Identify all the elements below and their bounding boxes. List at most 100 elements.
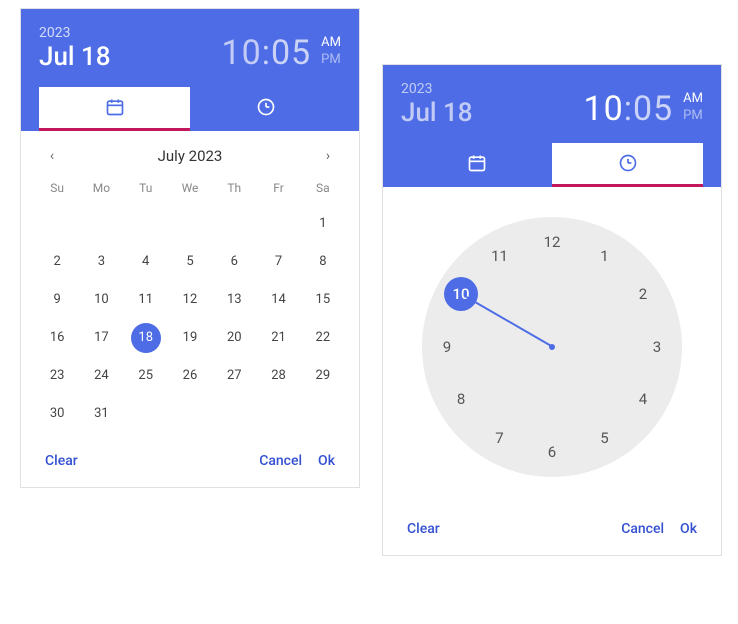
clock-hand bbox=[466, 296, 554, 348]
day-cell[interactable]: 13 bbox=[212, 281, 256, 319]
time-block[interactable]: 10:05 AM PM bbox=[221, 33, 341, 73]
date-block[interactable]: 2023 Jul 18 bbox=[401, 81, 473, 129]
day-cell[interactable]: 10 bbox=[79, 281, 123, 319]
tab-date[interactable] bbox=[401, 143, 552, 187]
day-cell[interactable]: 18 bbox=[124, 319, 168, 357]
day-cell[interactable]: 12 bbox=[168, 281, 212, 319]
tab-time[interactable] bbox=[552, 143, 703, 187]
day-cell[interactable]: 27 bbox=[212, 357, 256, 395]
clear-button[interactable]: Clear bbox=[37, 449, 86, 473]
dow-row: SuMoTuWeThFrSa bbox=[35, 175, 345, 205]
dow-cell: Su bbox=[35, 175, 79, 205]
time-hour: 10 bbox=[583, 89, 623, 129]
day-cell[interactable]: 17 bbox=[79, 319, 123, 357]
day-cell[interactable]: 14 bbox=[256, 281, 300, 319]
date-block[interactable]: 2023 Jul 18 bbox=[39, 25, 111, 73]
pm-toggle[interactable]: PM bbox=[683, 108, 703, 125]
day-cell-empty bbox=[35, 205, 79, 243]
day-cell[interactable]: 19 bbox=[168, 319, 212, 357]
clock-hour-2[interactable]: 2 bbox=[628, 279, 658, 309]
day-cell[interactable]: 20 bbox=[212, 319, 256, 357]
clock-hour-9[interactable]: 9 bbox=[432, 332, 462, 362]
clock-hour-7[interactable]: 7 bbox=[485, 423, 515, 453]
datetime-picker-time-mode: 2023 Jul 18 10:05 AM PM bbox=[382, 64, 722, 556]
day-cell[interactable]: 28 bbox=[256, 357, 300, 395]
day-cell-empty bbox=[124, 205, 168, 243]
day-cell[interactable]: 2 bbox=[35, 243, 79, 281]
day-cell[interactable]: 22 bbox=[301, 319, 345, 357]
day-cell[interactable]: 30 bbox=[35, 395, 79, 433]
am-toggle[interactable]: AM bbox=[683, 91, 703, 108]
day-cell[interactable]: 3 bbox=[79, 243, 123, 281]
week-row: 16171819202122 bbox=[35, 319, 345, 357]
clock-hour-12[interactable]: 12 bbox=[537, 227, 567, 257]
day-cell-empty bbox=[212, 395, 256, 433]
calendar-icon bbox=[105, 97, 125, 117]
time-minute: 05 bbox=[271, 33, 311, 73]
clock-hour-11[interactable]: 11 bbox=[485, 241, 515, 271]
week-row: 9101112131415 bbox=[35, 281, 345, 319]
day-cell[interactable]: 25 bbox=[124, 357, 168, 395]
clock-icon bbox=[256, 97, 276, 117]
ok-button[interactable]: Ok bbox=[672, 517, 705, 541]
clock-body: 12 12 3 45678 9 1011 bbox=[383, 187, 721, 507]
day-cell-empty bbox=[168, 395, 212, 433]
clock-icon bbox=[618, 153, 638, 173]
clock-hour-10[interactable]: 10 bbox=[444, 277, 478, 311]
day-cell[interactable]: 11 bbox=[124, 281, 168, 319]
clock-face[interactable]: 12 12 3 45678 9 1011 bbox=[422, 217, 682, 477]
clock-hour-3[interactable]: 3 bbox=[642, 332, 672, 362]
day-cell[interactable]: 31 bbox=[79, 395, 123, 433]
cancel-button[interactable]: Cancel bbox=[613, 517, 672, 541]
day-cell[interactable]: 24 bbox=[79, 357, 123, 395]
day-cell[interactable]: 6 bbox=[212, 243, 256, 281]
day-cell-empty bbox=[79, 205, 123, 243]
day-cell[interactable]: 15 bbox=[301, 281, 345, 319]
clock-hour-6[interactable]: 6 bbox=[537, 437, 567, 467]
day-cell[interactable]: 16 bbox=[35, 319, 79, 357]
day-cell[interactable]: 23 bbox=[35, 357, 79, 395]
tab-date[interactable] bbox=[39, 87, 190, 131]
picker-footer: Clear Cancel Ok bbox=[383, 507, 721, 555]
picker-header: 2023 Jul 18 10:05 AM PM bbox=[21, 9, 359, 131]
clock-hour-5[interactable]: 5 bbox=[590, 423, 620, 453]
time-hour: 10 bbox=[221, 33, 261, 73]
week-row: 23242526272829 bbox=[35, 357, 345, 395]
prev-month-button[interactable]: ‹ bbox=[41, 148, 63, 164]
dow-cell: Sa bbox=[301, 175, 345, 205]
clock-hour-4[interactable]: 4 bbox=[628, 384, 658, 414]
header-top: 2023 Jul 18 10:05 AM PM bbox=[39, 25, 341, 87]
ampm-group: AM PM bbox=[321, 35, 341, 73]
day-cell[interactable]: 7 bbox=[256, 243, 300, 281]
day-cell[interactable]: 8 bbox=[301, 243, 345, 281]
day-cell[interactable]: 26 bbox=[168, 357, 212, 395]
month-nav: ‹ July 2023 › bbox=[35, 143, 345, 175]
time-minute: 05 bbox=[633, 89, 673, 129]
pm-toggle[interactable]: PM bbox=[321, 52, 341, 69]
day-cell[interactable]: 5 bbox=[168, 243, 212, 281]
day-cell-empty bbox=[212, 205, 256, 243]
time-block[interactable]: 10:05 AM PM bbox=[583, 89, 703, 129]
clock-hour-8[interactable]: 8 bbox=[446, 384, 476, 414]
tab-time[interactable] bbox=[190, 87, 341, 131]
week-row: 3031 bbox=[35, 395, 345, 433]
ok-button[interactable]: Ok bbox=[310, 449, 343, 473]
day-cell-empty bbox=[168, 205, 212, 243]
next-month-button[interactable]: › bbox=[317, 148, 339, 164]
time-label: 10:05 bbox=[583, 89, 673, 129]
cancel-button[interactable]: Cancel bbox=[251, 449, 310, 473]
day-cell[interactable]: 9 bbox=[35, 281, 79, 319]
picker-header: 2023 Jul 18 10:05 AM PM bbox=[383, 65, 721, 187]
am-toggle[interactable]: AM bbox=[321, 35, 341, 52]
clear-button[interactable]: Clear bbox=[399, 517, 448, 541]
day-cell[interactable]: 29 bbox=[301, 357, 345, 395]
weeks-grid: 1234567891011121314151617181920212223242… bbox=[35, 205, 345, 433]
day-cell[interactable]: 4 bbox=[124, 243, 168, 281]
day-cell[interactable]: 21 bbox=[256, 319, 300, 357]
picker-footer: Clear Cancel Ok bbox=[21, 439, 359, 487]
dow-cell: Mo bbox=[79, 175, 123, 205]
day-cell[interactable]: 1 bbox=[301, 205, 345, 243]
clock-hour-1[interactable]: 1 bbox=[590, 241, 620, 271]
month-label[interactable]: July 2023 bbox=[158, 147, 223, 165]
dow-cell: Fr bbox=[256, 175, 300, 205]
